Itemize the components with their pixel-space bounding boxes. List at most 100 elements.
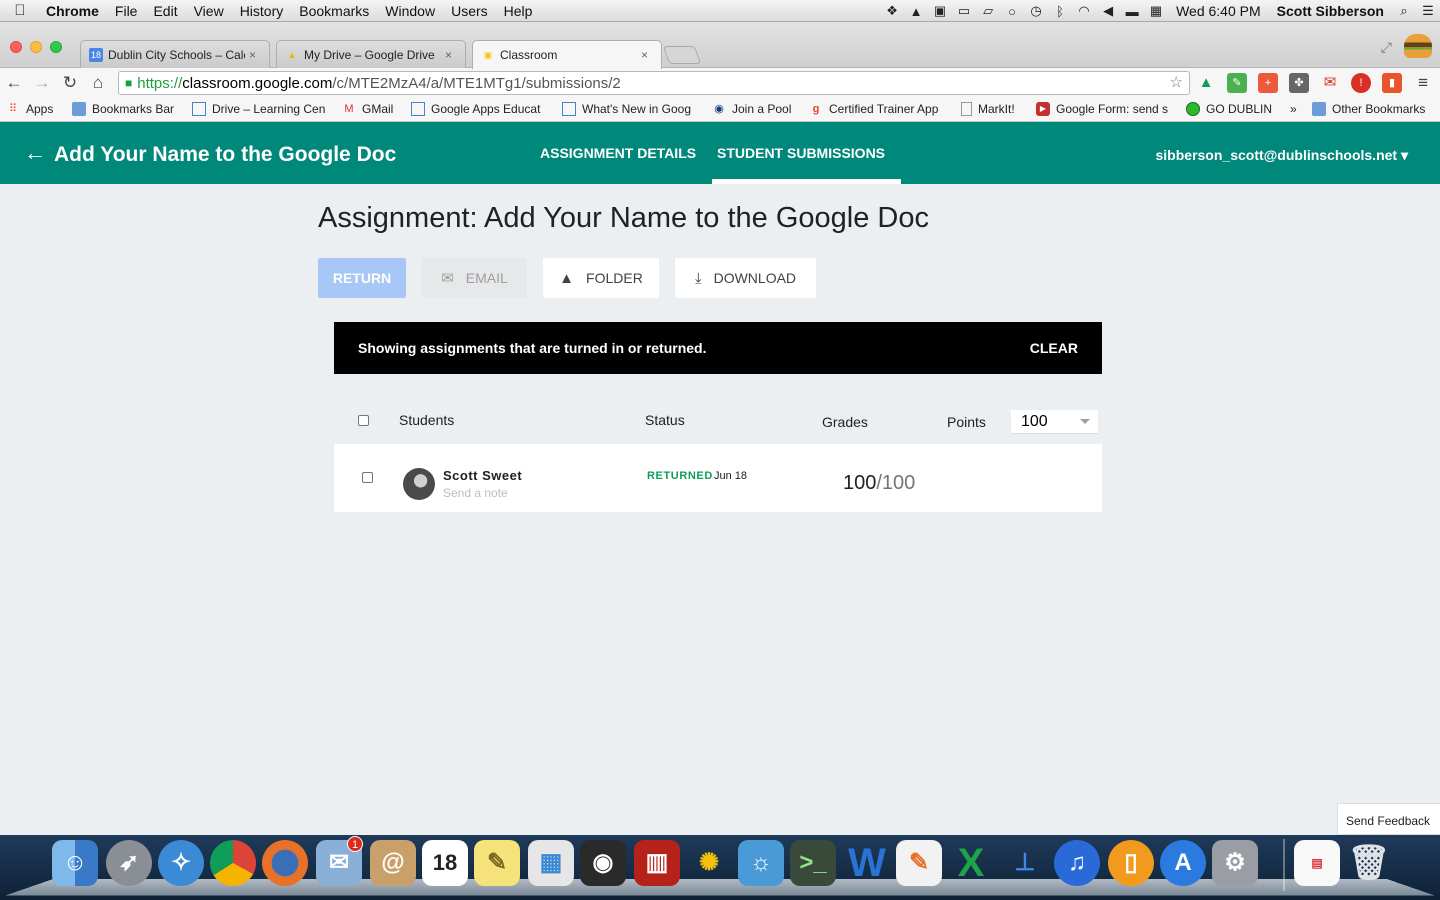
points-select[interactable]: 100 xyxy=(1011,410,1098,434)
apple-icon[interactable]:  xyxy=(0,2,40,19)
chrome-menu-icon[interactable]: ≡ xyxy=(1418,73,1428,93)
stickies-icon[interactable]: ✎ xyxy=(474,840,520,886)
safari-icon[interactable]: ✧ xyxy=(158,840,204,886)
system-preferences-icon[interactable]: ⚙ xyxy=(1212,840,1258,886)
back-arrow-icon[interactable]: ← xyxy=(24,140,46,166)
launchpad-icon[interactable]: ➶ xyxy=(106,840,152,886)
ibooks-icon[interactable]: ▯ xyxy=(1108,840,1154,886)
send-feedback-button[interactable]: Send Feedback xyxy=(1337,803,1440,835)
menu-file[interactable]: File xyxy=(107,3,146,19)
battery-icon[interactable]: ▬ xyxy=(1120,4,1144,19)
bookmark-google-form[interactable]: ▶ Google Form: send s xyxy=(1036,102,1168,116)
column-header-students[interactable]: Students xyxy=(399,412,454,428)
itunes-icon[interactable]: ♫ xyxy=(1054,840,1100,886)
window-close-button[interactable] xyxy=(10,41,22,53)
student-name[interactable]: Scott Sweet xyxy=(443,468,522,483)
window-zoom-button[interactable] xyxy=(50,41,62,53)
email-button[interactable]: ✉ EMAIL xyxy=(422,258,527,298)
folder-button[interactable]: ▲ FOLDER xyxy=(543,258,659,298)
party-icon[interactable]: ✺ xyxy=(686,840,732,886)
puzzle-extension-icon[interactable]: ✤ xyxy=(1289,73,1309,93)
download-button[interactable]: ⤓ DOWNLOAD xyxy=(675,258,816,298)
bookmark-join-a-pool[interactable]: ◉ Join a Pool xyxy=(712,102,791,116)
app-store-icon[interactable]: A xyxy=(1160,840,1206,886)
notification-center-icon[interactable]: ☰ xyxy=(1416,3,1440,19)
bookmark-markit[interactable]: MarkIt! xyxy=(961,102,1015,116)
select-all-checkbox[interactable] xyxy=(358,415,369,426)
grade-value[interactable]: 100/100 xyxy=(843,472,915,495)
calendar-dock-icon[interactable]: 18 xyxy=(422,840,468,886)
plus-extension-icon[interactable]: + xyxy=(1258,73,1278,93)
fullscreen-icon[interactable]: ⤢ xyxy=(1381,39,1392,56)
table-row[interactable]: Scott Sweet Send a note RETURNED Jun 18 … xyxy=(334,444,1102,512)
airplay-icon[interactable]: ▱ xyxy=(976,3,1000,19)
back-icon[interactable]: ← xyxy=(0,73,28,93)
column-header-status[interactable]: Status xyxy=(645,412,685,428)
close-icon[interactable]: × xyxy=(445,48,457,62)
menu-clock[interactable]: Wed 6:40 PM xyxy=(1168,3,1269,19)
calendar-status-icon[interactable]: ▦ xyxy=(1144,3,1168,19)
bookmark-folder-bookmarks-bar[interactable]: Bookmarks Bar xyxy=(72,102,174,116)
wifi-icon[interactable]: ◠ xyxy=(1072,3,1096,19)
new-tab-button[interactable] xyxy=(662,46,702,64)
forward-icon[interactable]: → xyxy=(28,73,56,93)
account-menu[interactable]: sibberson_scott@dublinschools.net ▾ xyxy=(1156,147,1409,164)
bookmark-extension-icon[interactable]: ▮ xyxy=(1382,73,1402,93)
trash-icon[interactable]: 🗑 xyxy=(1346,840,1392,886)
bookmark-apps[interactable]: ⠿ Apps xyxy=(6,102,53,116)
time-machine-icon[interactable]: ◷ xyxy=(1024,3,1048,19)
menu-user[interactable]: Scott Sibberson xyxy=(1269,3,1392,19)
menu-bookmarks[interactable]: Bookmarks xyxy=(291,3,377,19)
column-header-grades[interactable]: Grades xyxy=(822,414,868,430)
word-icon[interactable]: W xyxy=(844,840,890,886)
return-button[interactable]: RETURN xyxy=(318,258,406,298)
firefox-icon[interactable] xyxy=(262,840,308,886)
messages-icon[interactable]: ○ xyxy=(1000,4,1024,19)
home-icon[interactable]: ⌂ xyxy=(84,73,112,93)
tab-dublin-calendar[interactable]: 18 Dublin City Schools – Cale × xyxy=(80,40,270,68)
drive-extension-icon[interactable]: ▲ xyxy=(1196,73,1216,93)
bookmark-drive-learning[interactable]: Drive – Learning Cen xyxy=(192,102,326,116)
bookmark-certified-trainer[interactable]: g Certified Trainer App xyxy=(809,102,941,116)
gmail-extension-icon[interactable]: ✉ xyxy=(1320,73,1340,93)
bookmark-go-dublin[interactable]: GO DUBLIN xyxy=(1186,102,1272,116)
menu-view[interactable]: View xyxy=(186,3,232,19)
iphoto-icon[interactable]: ☼ xyxy=(738,840,784,886)
clear-filter-button[interactable]: CLEAR xyxy=(1030,340,1078,356)
close-icon[interactable]: × xyxy=(641,48,653,62)
bookmark-other-bookmarks[interactable]: Other Bookmarks xyxy=(1312,102,1425,116)
shield-status-icon[interactable]: ▣ xyxy=(928,3,952,19)
address-bar[interactable]: ■ https:// classroom.google.com /c/MTE2M… xyxy=(118,71,1190,95)
chrome-icon[interactable] xyxy=(210,840,256,886)
bookmark-gmail[interactable]: M GMail xyxy=(342,102,393,116)
finder-icon[interactable]: ☺ xyxy=(52,840,98,886)
row-checkbox[interactable] xyxy=(362,472,373,483)
star-icon[interactable]: ☆ xyxy=(1170,73,1183,91)
menu-edit[interactable]: Edit xyxy=(145,3,185,19)
screen-icon[interactable]: ▭ xyxy=(952,3,976,19)
evernote-extension-icon[interactable]: ✎ xyxy=(1227,73,1247,93)
tab-assignment-details[interactable]: ASSIGNMENT DETAILS xyxy=(540,145,696,161)
dropbox-icon[interactable]: ❖ xyxy=(880,3,904,19)
pages-icon[interactable]: ✎ xyxy=(896,840,942,886)
terminal-icon[interactable]: >_ xyxy=(790,840,836,886)
volume-icon[interactable]: ◀ xyxy=(1096,3,1120,19)
reload-icon[interactable]: ↻ xyxy=(56,73,84,93)
photo-booth-icon[interactable]: ▥ xyxy=(634,840,680,886)
bookmark-whats-new[interactable]: What's New in Goog xyxy=(562,102,694,116)
stop-extension-icon[interactable]: ! xyxy=(1351,73,1371,93)
close-icon[interactable]: × xyxy=(249,48,261,62)
spotlight-icon[interactable]: ⌕ xyxy=(1392,3,1416,19)
keynote-icon[interactable]: ⊥ xyxy=(1002,840,1048,886)
send-note-link[interactable]: Send a note xyxy=(443,486,508,500)
menu-help[interactable]: Help xyxy=(496,3,541,19)
preview-icon[interactable]: ▦ xyxy=(528,840,574,886)
tab-my-drive[interactable]: ▲ My Drive – Google Drive × xyxy=(276,40,466,68)
menu-app-chrome[interactable]: Chrome xyxy=(40,3,107,19)
burger-avatar-icon[interactable] xyxy=(1404,34,1432,58)
facetime-icon[interactable]: ◉ xyxy=(580,840,626,886)
tab-classroom[interactable]: ▣ Classroom × xyxy=(472,40,662,69)
contacts-icon[interactable]: @ xyxy=(370,840,416,886)
bluetooth-icon[interactable]: ᛒ xyxy=(1048,4,1072,19)
document-icon[interactable]: ▤ xyxy=(1294,840,1340,886)
